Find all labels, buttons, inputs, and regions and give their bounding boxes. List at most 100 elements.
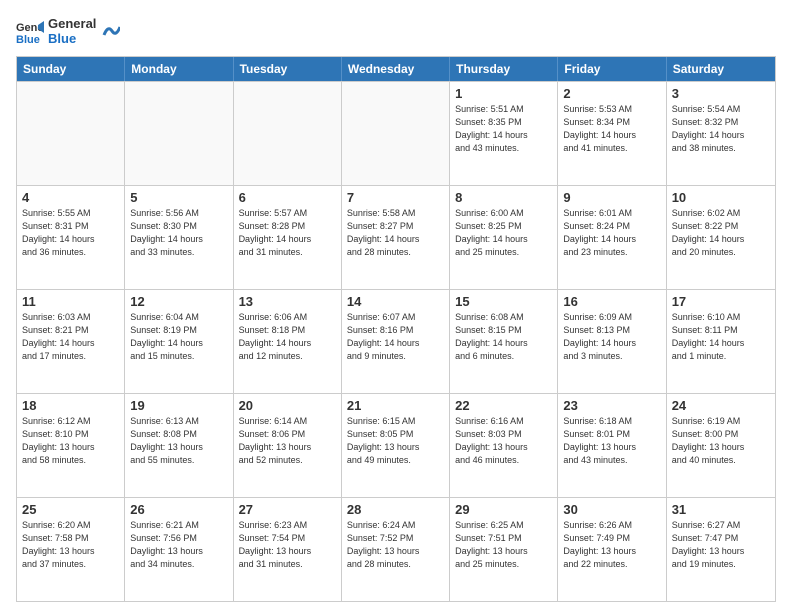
day-number: 25 xyxy=(22,502,119,517)
day-number: 14 xyxy=(347,294,444,309)
day-number: 1 xyxy=(455,86,552,101)
day-header-wednesday: Wednesday xyxy=(342,57,450,81)
day-header-tuesday: Tuesday xyxy=(234,57,342,81)
day-info: Sunrise: 5:56 AM Sunset: 8:30 PM Dayligh… xyxy=(130,207,227,259)
day-cell-30: 30 Sunrise: 6:26 AM Sunset: 7:49 PM Dayli… xyxy=(558,498,666,601)
day-cell-20: 20 Sunrise: 6:14 AM Sunset: 8:06 PM Dayli… xyxy=(234,394,342,497)
day-header-thursday: Thursday xyxy=(450,57,558,81)
day-info: Sunrise: 6:16 AM Sunset: 8:03 PM Dayligh… xyxy=(455,415,552,467)
day-info: Sunrise: 6:15 AM Sunset: 8:05 PM Dayligh… xyxy=(347,415,444,467)
day-info: Sunrise: 6:19 AM Sunset: 8:00 PM Dayligh… xyxy=(672,415,770,467)
day-info: Sunrise: 6:24 AM Sunset: 7:52 PM Dayligh… xyxy=(347,519,444,571)
day-info: Sunrise: 6:23 AM Sunset: 7:54 PM Dayligh… xyxy=(239,519,336,571)
empty-cell xyxy=(125,82,233,185)
day-info: Sunrise: 6:04 AM Sunset: 8:19 PM Dayligh… xyxy=(130,311,227,363)
day-info: Sunrise: 5:58 AM Sunset: 8:27 PM Dayligh… xyxy=(347,207,444,259)
day-header-friday: Friday xyxy=(558,57,666,81)
calendar-header: SundayMondayTuesdayWednesdayThursdayFrid… xyxy=(17,57,775,81)
logo-wave-icon xyxy=(102,17,120,39)
day-number: 27 xyxy=(239,502,336,517)
empty-cell xyxy=(342,82,450,185)
day-header-monday: Monday xyxy=(125,57,233,81)
day-number: 13 xyxy=(239,294,336,309)
day-cell-1: 1 Sunrise: 5:51 AM Sunset: 8:35 PM Daylig… xyxy=(450,82,558,185)
day-cell-3: 3Sunrise: 5:54 AM Sunset: 8:32 PM Daylig… xyxy=(667,82,775,185)
day-number: 11 xyxy=(22,294,119,309)
day-cell-16: 16 Sunrise: 6:09 AM Sunset: 8:13 PM Dayli… xyxy=(558,290,666,393)
day-info: Sunrise: 6:18 AM Sunset: 8:01 PM Dayligh… xyxy=(563,415,660,467)
day-number: 24 xyxy=(672,398,770,413)
day-cell-11: 11 Sunrise: 6:03 AM Sunset: 8:21 PM Dayli… xyxy=(17,290,125,393)
day-cell-8: 8 Sunrise: 6:00 AM Sunset: 8:25 PM Daylig… xyxy=(450,186,558,289)
day-info: Sunrise: 6:27 AM Sunset: 7:47 PM Dayligh… xyxy=(672,519,770,571)
day-number: 26 xyxy=(130,502,227,517)
day-number: 15 xyxy=(455,294,552,309)
day-number: 31 xyxy=(672,502,770,517)
day-number: 19 xyxy=(130,398,227,413)
day-info: Sunrise: 6:02 AM Sunset: 8:22 PM Dayligh… xyxy=(672,207,770,259)
day-info: Sunrise: 6:20 AM Sunset: 7:58 PM Dayligh… xyxy=(22,519,119,571)
day-cell-31: 31 Sunrise: 6:27 AM Sunset: 7:47 PM Dayli… xyxy=(667,498,775,601)
week-row-5: 25 Sunrise: 6:20 AM Sunset: 7:58 PM Dayli… xyxy=(17,497,775,601)
day-info: Sunrise: 6:09 AM Sunset: 8:13 PM Dayligh… xyxy=(563,311,660,363)
day-number: 30 xyxy=(563,502,660,517)
day-cell-28: 28 Sunrise: 6:24 AM Sunset: 7:52 PM Dayli… xyxy=(342,498,450,601)
day-number: 2 xyxy=(563,86,660,101)
day-cell-22: 22 Sunrise: 6:16 AM Sunset: 8:03 PM Dayli… xyxy=(450,394,558,497)
day-cell-7: 7Sunrise: 5:58 AM Sunset: 8:27 PM Daylig… xyxy=(342,186,450,289)
day-info: Sunrise: 5:57 AM Sunset: 8:28 PM Dayligh… xyxy=(239,207,336,259)
day-info: Sunrise: 6:26 AM Sunset: 7:49 PM Dayligh… xyxy=(563,519,660,571)
day-cell-5: 5Sunrise: 5:56 AM Sunset: 8:30 PM Daylig… xyxy=(125,186,233,289)
day-cell-12: 12 Sunrise: 6:04 AM Sunset: 8:19 PM Dayli… xyxy=(125,290,233,393)
empty-cell xyxy=(234,82,342,185)
day-cell-21: 21Sunrise: 6:15 AM Sunset: 8:05 PM Dayli… xyxy=(342,394,450,497)
day-cell-23: 23 Sunrise: 6:18 AM Sunset: 8:01 PM Dayli… xyxy=(558,394,666,497)
day-info: Sunrise: 6:25 AM Sunset: 7:51 PM Dayligh… xyxy=(455,519,552,571)
week-row-3: 11 Sunrise: 6:03 AM Sunset: 8:21 PM Dayli… xyxy=(17,289,775,393)
day-number: 3 xyxy=(672,86,770,101)
day-number: 23 xyxy=(563,398,660,413)
day-number: 16 xyxy=(563,294,660,309)
day-number: 20 xyxy=(239,398,336,413)
day-cell-14: 14 Sunrise: 6:07 AM Sunset: 8:16 PM Dayli… xyxy=(342,290,450,393)
day-header-saturday: Saturday xyxy=(667,57,775,81)
day-number: 8 xyxy=(455,190,552,205)
day-number: 12 xyxy=(130,294,227,309)
day-number: 10 xyxy=(672,190,770,205)
page-header: General Blue General Blue xyxy=(16,16,776,46)
day-cell-10: 10 Sunrise: 6:02 AM Sunset: 8:22 PM Dayli… xyxy=(667,186,775,289)
day-cell-15: 15 Sunrise: 6:08 AM Sunset: 8:15 PM Dayli… xyxy=(450,290,558,393)
day-cell-13: 13 Sunrise: 6:06 AM Sunset: 8:18 PM Dayli… xyxy=(234,290,342,393)
day-cell-24: 24 Sunrise: 6:19 AM Sunset: 8:00 PM Dayli… xyxy=(667,394,775,497)
day-cell-9: 9 Sunrise: 6:01 AM Sunset: 8:24 PM Daylig… xyxy=(558,186,666,289)
week-row-1: 1 Sunrise: 5:51 AM Sunset: 8:35 PM Daylig… xyxy=(17,81,775,185)
day-cell-25: 25 Sunrise: 6:20 AM Sunset: 7:58 PM Dayli… xyxy=(17,498,125,601)
day-info: Sunrise: 6:08 AM Sunset: 8:15 PM Dayligh… xyxy=(455,311,552,363)
day-cell-6: 6 Sunrise: 5:57 AM Sunset: 8:28 PM Daylig… xyxy=(234,186,342,289)
day-info: Sunrise: 6:14 AM Sunset: 8:06 PM Dayligh… xyxy=(239,415,336,467)
day-number: 17 xyxy=(672,294,770,309)
day-info: Sunrise: 6:12 AM Sunset: 8:10 PM Dayligh… xyxy=(22,415,119,467)
day-number: 29 xyxy=(455,502,552,517)
day-cell-17: 17Sunrise: 6:10 AM Sunset: 8:11 PM Dayli… xyxy=(667,290,775,393)
day-info: Sunrise: 6:00 AM Sunset: 8:25 PM Dayligh… xyxy=(455,207,552,259)
logo-icon: General Blue xyxy=(16,17,44,45)
day-info: Sunrise: 6:06 AM Sunset: 8:18 PM Dayligh… xyxy=(239,311,336,363)
week-row-4: 18 Sunrise: 6:12 AM Sunset: 8:10 PM Dayli… xyxy=(17,393,775,497)
day-info: Sunrise: 6:01 AM Sunset: 8:24 PM Dayligh… xyxy=(563,207,660,259)
day-number: 6 xyxy=(239,190,336,205)
day-number: 18 xyxy=(22,398,119,413)
day-cell-26: 26Sunrise: 6:21 AM Sunset: 7:56 PM Dayli… xyxy=(125,498,233,601)
day-number: 28 xyxy=(347,502,444,517)
day-info: Sunrise: 6:07 AM Sunset: 8:16 PM Dayligh… xyxy=(347,311,444,363)
day-number: 9 xyxy=(563,190,660,205)
day-number: 22 xyxy=(455,398,552,413)
day-cell-4: 4Sunrise: 5:55 AM Sunset: 8:31 PM Daylig… xyxy=(17,186,125,289)
day-info: Sunrise: 5:53 AM Sunset: 8:34 PM Dayligh… xyxy=(563,103,660,155)
day-info: Sunrise: 6:03 AM Sunset: 8:21 PM Dayligh… xyxy=(22,311,119,363)
day-cell-19: 19Sunrise: 6:13 AM Sunset: 8:08 PM Dayli… xyxy=(125,394,233,497)
day-number: 4 xyxy=(22,190,119,205)
day-info: Sunrise: 5:51 AM Sunset: 8:35 PM Dayligh… xyxy=(455,103,552,155)
calendar-body: 1 Sunrise: 5:51 AM Sunset: 8:35 PM Daylig… xyxy=(17,81,775,601)
day-cell-27: 27 Sunrise: 6:23 AM Sunset: 7:54 PM Dayli… xyxy=(234,498,342,601)
